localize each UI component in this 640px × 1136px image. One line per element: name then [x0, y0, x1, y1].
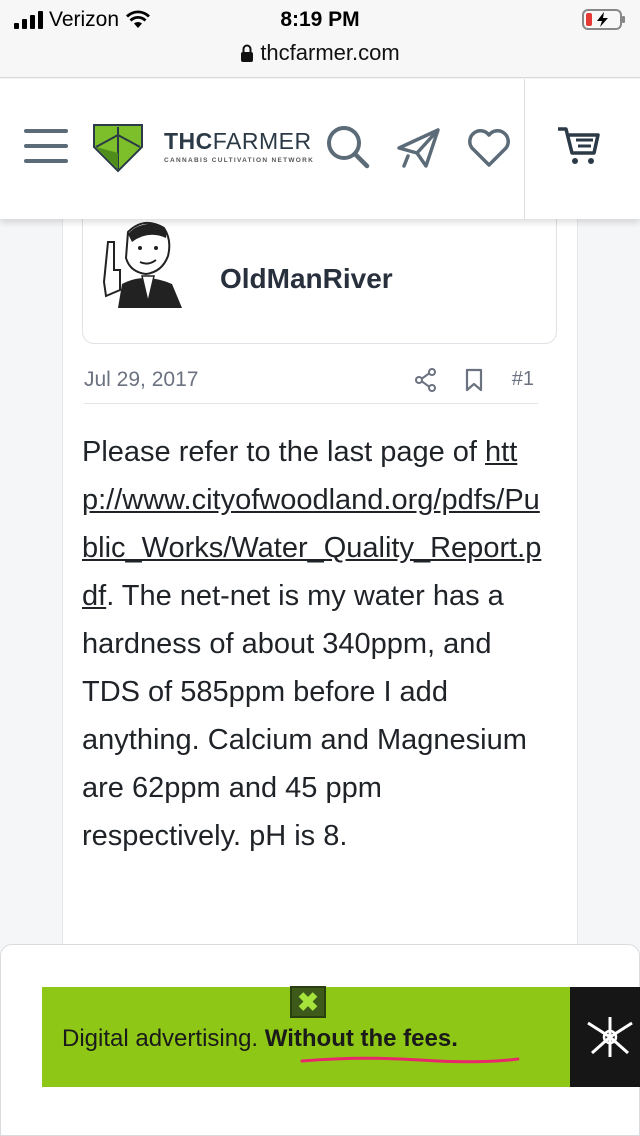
url-text: thcfarmer.com	[260, 40, 400, 65]
send-icon[interactable]	[396, 126, 442, 170]
ad-underline-squiggle	[300, 1056, 520, 1064]
share-icon[interactable]	[414, 368, 438, 392]
ad-logo-panel	[570, 987, 640, 1087]
post-author[interactable]: OldManRiver	[220, 263, 393, 295]
avatar[interactable]	[98, 212, 190, 308]
ad-text-bold: Without the fees.	[264, 1025, 458, 1052]
logo-brand-bold: THC	[164, 128, 213, 154]
logo-tagline: CANNABIS CULTIVATION NETWORK	[164, 157, 315, 164]
post-text-intro: Please refer to the last page of	[82, 436, 486, 468]
post-meta: Jul 29, 2017 #1	[84, 366, 538, 404]
logo-brand-light: FARMER	[212, 128, 312, 154]
ad-text: Digital advertising. Without the fees.	[62, 1025, 458, 1053]
ad-text-regular: Digital advertising.	[62, 1025, 265, 1052]
status-bar: Verizon 8:19 PM	[0, 0, 640, 40]
heart-icon[interactable]	[466, 127, 512, 169]
logo-wordmark[interactable]: THCFARMER CANNABIS CULTIVATION NETWORK	[164, 128, 314, 164]
battery-icon	[582, 9, 625, 30]
ad-banner[interactable]: Digital advertising. Without the fees.	[42, 987, 640, 1087]
post-date[interactable]: Jul 29, 2017	[84, 368, 198, 392]
search-icon[interactable]	[325, 124, 371, 170]
post-number[interactable]: #1	[512, 368, 534, 391]
bookmark-icon[interactable]	[464, 368, 484, 392]
address-bar[interactable]: thcfarmer.com	[0, 40, 640, 78]
menu-icon[interactable]	[24, 126, 68, 166]
clock: 8:19 PM	[280, 8, 360, 31]
header-divider	[524, 79, 525, 219]
cart-icon[interactable]	[556, 125, 602, 167]
ad-brand-logo-icon	[587, 1017, 633, 1057]
thcfarmer-logo-icon[interactable]	[92, 123, 144, 173]
site-header: THCFARMER CANNABIS CULTIVATION NETWORK	[0, 79, 640, 219]
post-body: Please refer to the last page of http://…	[82, 428, 542, 860]
lock-icon	[240, 42, 254, 68]
post-text-rest: . The net-net is my water has a hardness…	[82, 580, 527, 852]
ad-close-button[interactable]: ✖	[290, 986, 326, 1018]
